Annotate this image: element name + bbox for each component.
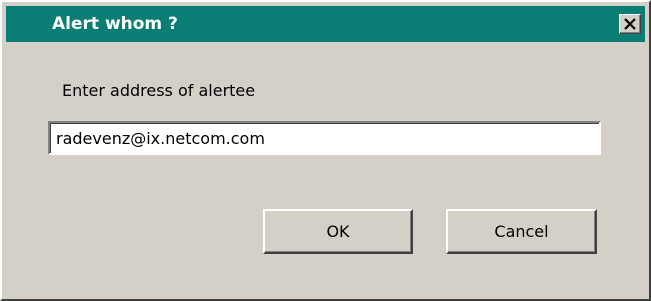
cancel-button[interactable]: Cancel [446, 209, 597, 254]
address-input[interactable] [48, 121, 601, 155]
ok-button[interactable]: OK [263, 209, 413, 254]
dialog-title: Alert whom ? [52, 14, 178, 34]
close-x-icon [624, 18, 636, 30]
close-button[interactable] [619, 14, 641, 34]
alert-whom-dialog: Alert whom ? Enter address of alertee OK… [0, 0, 651, 301]
title-bar[interactable]: Alert whom ? [6, 6, 645, 42]
address-prompt-label: Enter address of alertee [62, 81, 256, 100]
